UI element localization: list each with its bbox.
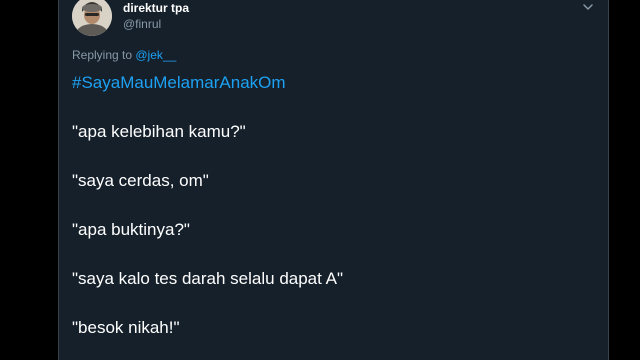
tweet-text-line: "saya cerdas, om" xyxy=(72,171,209,190)
user-handle[interactable]: @finrul xyxy=(123,17,161,31)
screen: direktur tpa @finrul Replying to @jek__ … xyxy=(0,0,640,360)
tweet-text-line: "besok nikah!" xyxy=(72,318,180,337)
tweet-text-line: "saya kalo tes darah selalu dapat A" xyxy=(72,269,344,288)
display-name[interactable]: direktur tpa xyxy=(123,1,189,15)
replying-to: Replying to @jek__ xyxy=(72,48,176,62)
tweet-text-line: "apa kelebihan kamu?" xyxy=(72,122,246,141)
hashtag-link[interactable]: #SayaMauMelamarAnakOm xyxy=(72,73,286,93)
replying-to-label: Replying to xyxy=(72,48,136,62)
scrollbar-track[interactable] xyxy=(627,198,640,238)
avatar[interactable] xyxy=(72,0,112,36)
avatar-image xyxy=(72,0,112,36)
chevron-down-icon[interactable] xyxy=(581,0,595,12)
replying-to-link[interactable]: @jek__ xyxy=(135,48,176,62)
tweet-text-line: "apa buktinya?" xyxy=(72,220,190,239)
tweet-card: direktur tpa @finrul Replying to @jek__ … xyxy=(58,0,609,360)
